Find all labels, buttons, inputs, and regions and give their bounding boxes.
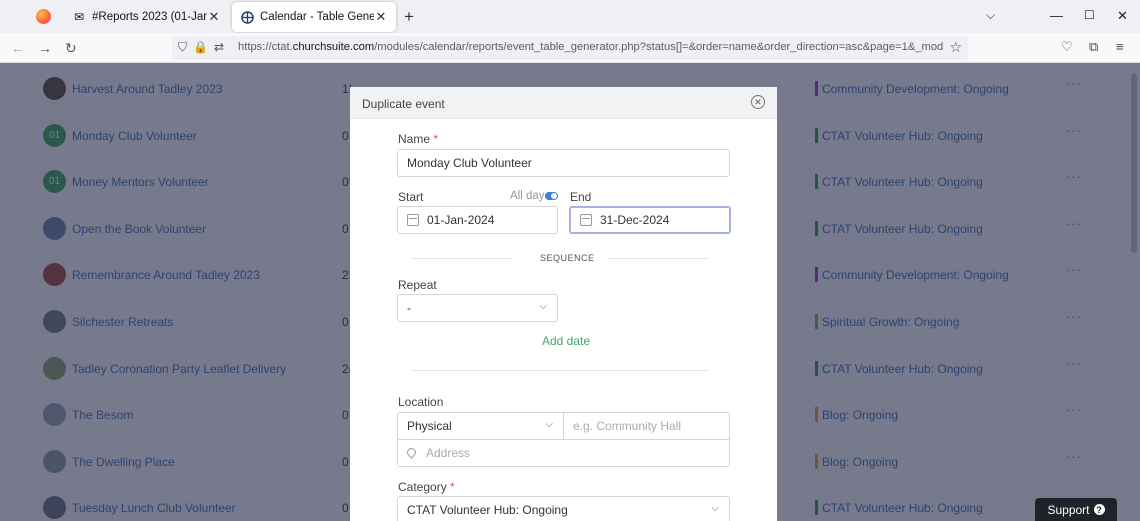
hamburger-menu-icon[interactable]: ≡ (1116, 39, 1124, 54)
chevron-down-icon: ⌵ (545, 419, 553, 430)
firefox-menu-icon[interactable] (36, 9, 51, 24)
tab-calendar-table-generator[interactable]: Calendar - Table Generator ✕ (232, 2, 396, 32)
maximize-icon[interactable]: ☐ (1084, 8, 1095, 22)
name-label: Name * (398, 132, 439, 146)
repeat-select[interactable]: - ⌵ (397, 294, 558, 322)
envelope-icon: ✉ (73, 10, 85, 24)
divider (608, 258, 708, 259)
page-content: Harvest Around Tadley 20231!Community De… (0, 63, 1140, 521)
divider (412, 370, 708, 371)
location-name-input[interactable]: e.g. Community Hall (563, 412, 730, 440)
minimize-icon[interactable]: — (1050, 8, 1063, 23)
calendar-icon (580, 214, 592, 226)
category-select[interactable]: CTAT Volunteer Hub: Ongoing ⌵ (397, 496, 730, 521)
category-label: Category * (398, 480, 455, 494)
modal-title: Duplicate event (362, 97, 445, 111)
tab-title: Calendar - Table Generator (260, 11, 374, 23)
repeat-label: Repeat (398, 278, 437, 292)
close-tab-icon[interactable]: ✕ (374, 9, 388, 25)
close-tab-icon[interactable]: ✕ (207, 9, 221, 25)
address-bar[interactable]: ⛉🔒⇄ https://ctat.churchsuite.com/modules… (172, 36, 968, 60)
end-label: End (570, 190, 592, 204)
end-date-input[interactable]: 31-Dec-2024 (569, 206, 731, 234)
new-tab-icon[interactable]: + (404, 7, 414, 27)
location-type-select[interactable]: Physical ⌵ (397, 412, 564, 440)
duplicate-event-modal: Duplicate event ✕ Name * Monday Club Vol… (350, 87, 777, 521)
tab-strip: ✉ #Reports 2023 (01-Jan-2023) - C ✕ Cale… (0, 0, 1140, 33)
location-pin-icon (407, 448, 416, 459)
list-tabs-chevron-icon[interactable]: ⌵ (986, 8, 995, 23)
modal-header: Duplicate event ✕ (350, 87, 777, 119)
add-date-link[interactable]: Add date (542, 334, 590, 348)
chevron-down-icon: ⌵ (711, 503, 719, 514)
extensions-icon[interactable]: ⧉ (1089, 39, 1098, 55)
all-day-toggle[interactable] (545, 192, 558, 200)
reload-icon[interactable]: ↻ (65, 40, 77, 57)
location-label: Location (398, 395, 444, 409)
start-date-input[interactable]: 01-Jan-2024 (397, 206, 558, 234)
address-input[interactable]: Address (397, 439, 730, 467)
tab-reports[interactable]: ✉ #Reports 2023 (01-Jan-2023) - C ✕ (64, 2, 229, 32)
back-arrow-icon[interactable]: ← (11, 40, 25, 56)
bookmark-star-icon[interactable]: ☆ (949, 39, 962, 56)
calendar-icon (407, 214, 419, 226)
help-icon: ? (1093, 504, 1105, 515)
navigation-toolbar: ← → ↻ ⛉🔒⇄ https://ctat.churchsuite.com/m… (0, 33, 1140, 63)
close-window-icon[interactable]: ✕ (1117, 8, 1128, 24)
sequence-heading: SEQUENCE (540, 253, 595, 263)
forward-arrow-icon[interactable]: → (38, 40, 52, 56)
chevron-down-icon: ⌵ (539, 301, 547, 312)
close-modal-icon[interactable]: ✕ (751, 95, 765, 109)
globe-icon (240, 10, 254, 24)
name-input[interactable]: Monday Club Volunteer (397, 149, 730, 177)
pocket-icon[interactable]: ♡ (1061, 39, 1073, 55)
tab-title: #Reports 2023 (01-Jan-2023) - C (92, 11, 207, 23)
support-button[interactable]: Support ? (1035, 498, 1117, 521)
start-label: Start (398, 190, 424, 204)
all-day-label: All day (510, 190, 545, 202)
shield-lock-permissions-icon[interactable]: ⛉🔒⇄ (178, 40, 230, 55)
browser-window: ✉ #Reports 2023 (01-Jan-2023) - C ✕ Cale… (0, 0, 1140, 521)
url-text[interactable]: https://ctat.churchsuite.com/modules/cal… (238, 41, 944, 53)
divider (412, 258, 512, 259)
